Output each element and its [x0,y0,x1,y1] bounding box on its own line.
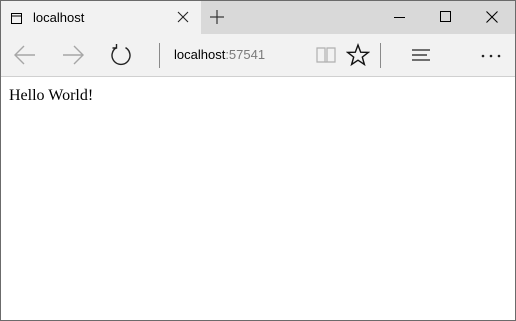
back-button[interactable] [13,43,37,67]
hub-button[interactable] [409,43,433,67]
navigation-toolbar: localhost:57541 [1,34,515,77]
address-bar[interactable]: localhost:57541 [174,46,265,63]
page-content: Hello World! [1,77,515,320]
refresh-icon [111,44,131,66]
hub-lines-icon [412,49,430,61]
page-icon [11,11,22,24]
toolbar-divider [159,43,160,68]
forward-button[interactable] [61,43,85,67]
page-text: Hello World! [9,87,94,104]
star-icon [345,43,371,67]
toolbar-divider [380,43,381,68]
minimize-icon [394,17,405,18]
favorites-button[interactable] [345,43,371,67]
tab-localhost[interactable]: localhost [1,1,201,34]
back-arrow-icon [14,45,35,65]
reading-view-button[interactable] [314,43,338,67]
maximize-button[interactable] [423,1,469,34]
minimize-button[interactable] [377,1,423,34]
close-tab-icon[interactable] [176,10,190,24]
more-button[interactable] [479,43,503,67]
refresh-button[interactable] [109,43,133,67]
close-icon [486,11,498,23]
new-tab-plus-icon[interactable] [209,9,225,25]
maximize-icon [440,11,451,22]
close-window-button[interactable] [469,1,515,34]
tab-title: localhost [33,10,85,25]
address-host: localhost [174,47,226,62]
more-dots-icon [481,54,501,58]
tab-strip: localhost [1,1,515,34]
forward-arrow-icon [63,45,84,65]
book-icon [316,47,336,63]
address-port: :57541 [225,47,266,62]
browser-window: localhost localhost:57541 Hello World! [0,0,516,321]
